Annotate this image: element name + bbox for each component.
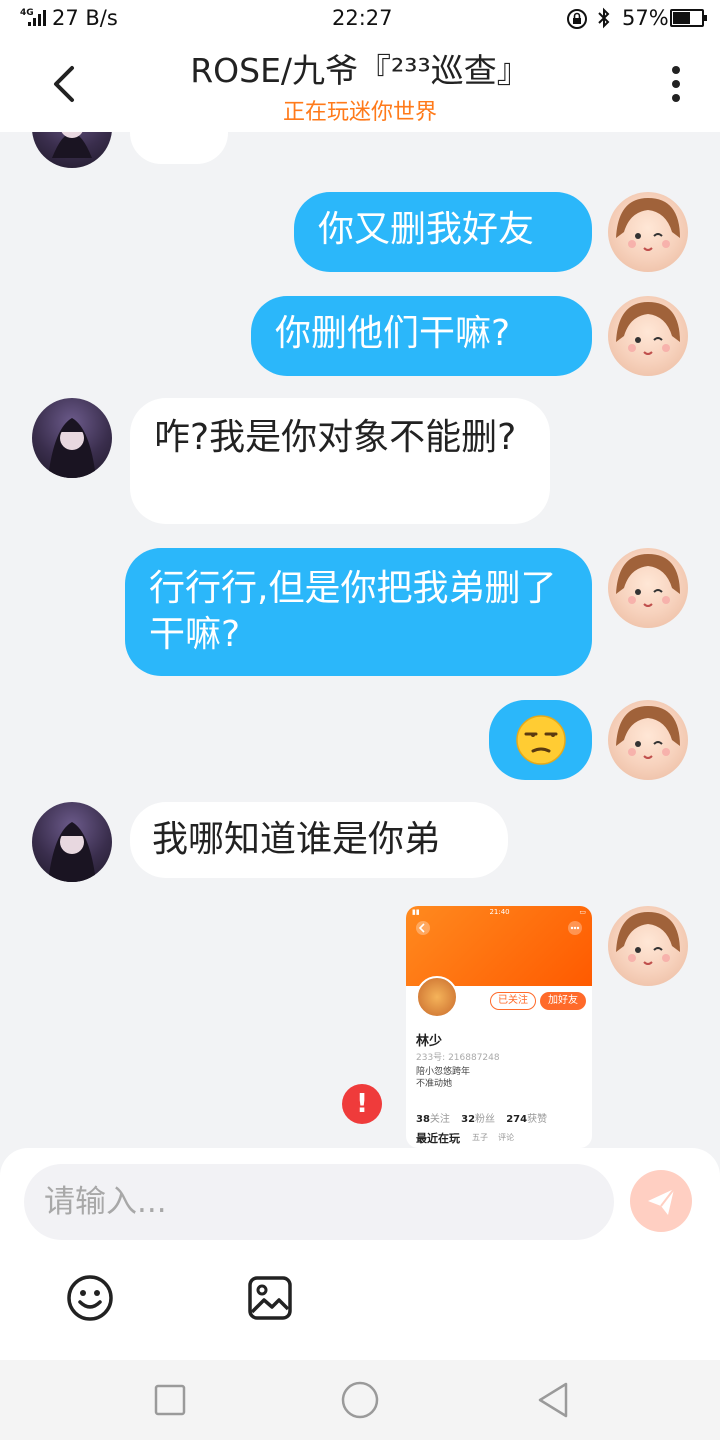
profile-name: 林少 xyxy=(416,1034,443,1049)
send-icon xyxy=(648,1188,675,1215)
home-icon xyxy=(341,1381,379,1419)
emoji-icon xyxy=(67,1275,113,1321)
followed-badge: 已关注 xyxy=(490,992,536,1010)
image-button[interactable] xyxy=(246,1274,294,1322)
more-button[interactable] xyxy=(660,62,692,106)
emoji-button[interactable] xyxy=(66,1274,114,1322)
profile-stats: 38关注 32粉丝 274获赞 xyxy=(416,1114,548,1125)
chat-area[interactable]: 你又删我好友 你删他们干嘛? 咋?我是你对象不能删? 行行行,但是你把我弟删了干… xyxy=(0,132,720,1148)
avatar[interactable] xyxy=(32,398,112,478)
recently-playing-label: 最近在玩 xyxy=(416,1132,460,1145)
recent-apps-icon xyxy=(154,1384,186,1416)
network-speed: 27 B/s xyxy=(52,6,118,30)
more-icon xyxy=(672,66,680,102)
message-input-container[interactable] xyxy=(24,1164,614,1240)
bluetooth-icon xyxy=(596,6,612,35)
message-text: 你删他们干嘛? xyxy=(275,313,511,354)
message-bubble[interactable]: 你又删我好友 xyxy=(294,192,592,272)
message-bubble[interactable]: 咋?我是你对象不能删? xyxy=(130,398,550,524)
battery-percent: 57% xyxy=(622,6,669,30)
image-icon xyxy=(248,1276,292,1320)
profile-bio: 陪小忽悠跨年 不准动她 xyxy=(416,1067,471,1089)
message-bubble[interactable]: 😒 xyxy=(489,700,592,780)
profile-avatar xyxy=(416,976,458,1018)
mini-back-icon xyxy=(416,921,430,935)
avatar[interactable] xyxy=(608,906,688,986)
rotation-lock-icon xyxy=(566,8,590,35)
chat-header: ROSE/九爷『²³³巡查』 正在玩迷你世界 xyxy=(0,36,720,132)
input-bar xyxy=(0,1148,720,1360)
unamused-emoji xyxy=(516,715,566,765)
profile-id: 233号: 216887248 xyxy=(416,1053,500,1063)
message-text: 咋?我是你对象不能删? xyxy=(154,417,517,458)
chat-title: ROSE/九爷『²³³巡查』 xyxy=(190,51,530,90)
send-button[interactable] xyxy=(630,1170,692,1232)
system-nav-bar xyxy=(0,1360,720,1440)
message-bubble[interactable]: 你删他们干嘛? xyxy=(251,296,592,376)
avatar[interactable] xyxy=(608,548,688,628)
message-input[interactable] xyxy=(44,1176,594,1228)
message-text: 我哪知道谁是你弟 xyxy=(152,819,441,860)
status-time: 22:27 xyxy=(332,6,393,30)
recent-apps-button[interactable] xyxy=(150,1380,190,1420)
avatar[interactable] xyxy=(32,802,112,882)
avatar[interactable] xyxy=(608,296,688,376)
shared-image-message[interactable]: ▮▮ 21:40 ▭ 已关注 加好友 林少 233号: 216887248 陪小忽悠… xyxy=(406,906,592,1148)
message-bubble[interactable] xyxy=(130,132,228,164)
mini-status-bar: ▮▮ 21:40 ▭ xyxy=(412,908,586,916)
nav-back-button[interactable] xyxy=(532,1380,572,1420)
message-bubble[interactable]: 我哪知道谁是你弟 xyxy=(130,802,508,878)
message-text: 行行行,但是你把我弟删了干嘛? xyxy=(149,568,557,655)
recently-playing-tags: 五子 评论 xyxy=(472,1133,515,1142)
avatar[interactable] xyxy=(32,132,112,168)
message-bubble[interactable]: 行行行,但是你把我弟删了干嘛? xyxy=(125,548,592,676)
message-text: 你又删我好友 xyxy=(318,209,535,250)
profile-banner: ▮▮ 21:40 ▭ xyxy=(406,906,592,986)
back-nav-icon xyxy=(538,1382,568,1418)
send-failed-error-icon[interactable]: ! xyxy=(342,1084,382,1124)
status-bar: 4G 27 B/s 22:27 57% xyxy=(0,0,720,36)
battery-icon xyxy=(670,9,707,27)
avatar[interactable] xyxy=(608,192,688,272)
chat-subtitle: 正在玩迷你世界 xyxy=(282,100,437,125)
signal-icon xyxy=(28,10,46,26)
mini-more-icon xyxy=(568,921,582,935)
home-button[interactable] xyxy=(340,1380,380,1420)
add-friend-badge: 加好友 xyxy=(540,992,586,1010)
avatar[interactable] xyxy=(608,700,688,780)
